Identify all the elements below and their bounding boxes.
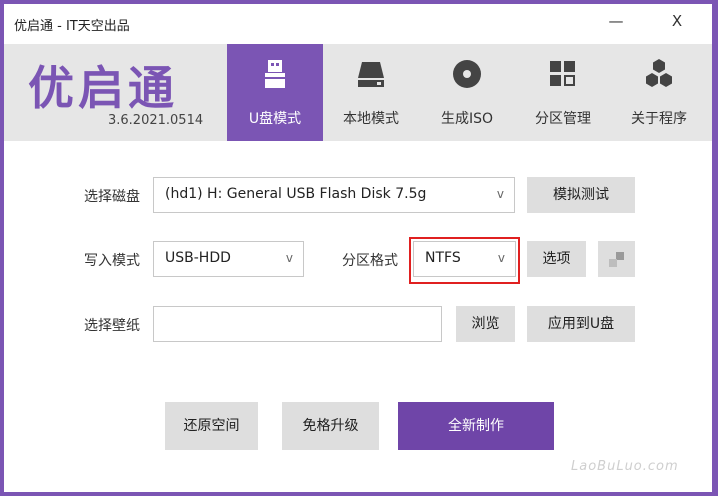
disc-icon <box>453 60 481 88</box>
expand-icon <box>609 252 624 267</box>
tab-partition-manager[interactable]: 分区管理 <box>515 44 611 141</box>
simulate-test-button[interactable]: 模拟测试 <box>527 177 635 213</box>
watermark-text: LaoBuLuo.com <box>571 459 679 474</box>
minimize-button[interactable]: — <box>605 12 627 34</box>
write-mode-label: 写入模式 <box>84 253 140 269</box>
browse-button[interactable]: 浏览 <box>456 306 515 342</box>
hard-disk-icon <box>358 62 384 87</box>
tab-label: 分区管理 <box>535 111 591 127</box>
write-mode-value: USB-HDD <box>165 250 231 266</box>
app-window: 优启通 - IT天空出品 — X 优启通 3.6.2021.0514 U盘模式 … <box>4 4 712 492</box>
partition-grid-icon <box>550 61 575 86</box>
close-button[interactable]: X <box>666 12 688 34</box>
new-create-button[interactable]: 全新制作 <box>398 402 554 450</box>
tab-label: 关于程序 <box>631 111 687 127</box>
tab-about[interactable]: 关于程序 <box>611 44 707 141</box>
chevron-down-icon: v <box>496 187 504 201</box>
wallpaper-path-input[interactable] <box>153 306 442 342</box>
window-title: 优启通 - IT天空出品 <box>14 19 130 34</box>
disk-label: 选择磁盘 <box>84 189 140 205</box>
tab-local-mode[interactable]: 本地模式 <box>323 44 419 141</box>
chevron-down-icon: v <box>285 251 293 265</box>
restore-space-button[interactable]: 还原空间 <box>165 402 258 450</box>
usb-drive-icon <box>265 60 285 88</box>
tab-label: 生成ISO <box>440 111 494 127</box>
disk-select[interactable]: (hd1) H: General USB Flash Disk 7.5g v <box>153 177 515 213</box>
tab-usb-mode[interactable]: U盘模式 <box>227 44 323 141</box>
apply-to-usb-button[interactable]: 应用到U盘 <box>527 306 635 342</box>
version-label: 3.6.2021.0514 <box>108 113 204 128</box>
wallpaper-label: 选择壁纸 <box>84 318 140 334</box>
highlight-box <box>409 237 520 284</box>
tab-label: 本地模式 <box>343 111 399 127</box>
tab-make-iso[interactable]: 生成ISO <box>419 44 515 141</box>
app-logo: 优启通 <box>28 61 178 115</box>
partition-format-label: 分区格式 <box>342 253 398 269</box>
hexagons-icon <box>646 59 672 87</box>
write-mode-select[interactable]: USB-HDD v <box>153 241 304 277</box>
disk-select-value: (hd1) H: General USB Flash Disk 7.5g <box>165 186 427 202</box>
tab-label: U盘模式 <box>248 111 302 127</box>
format-free-upgrade-button[interactable]: 免格升级 <box>282 402 379 450</box>
options-button[interactable]: 选项 <box>527 241 586 277</box>
title-bar: 优启通 - IT天空出品 — X <box>4 4 712 44</box>
expand-toggle-button[interactable] <box>598 241 635 277</box>
header: 优启通 3.6.2021.0514 U盘模式 本地模式 生成ISO 分区管理 关… <box>4 44 712 141</box>
